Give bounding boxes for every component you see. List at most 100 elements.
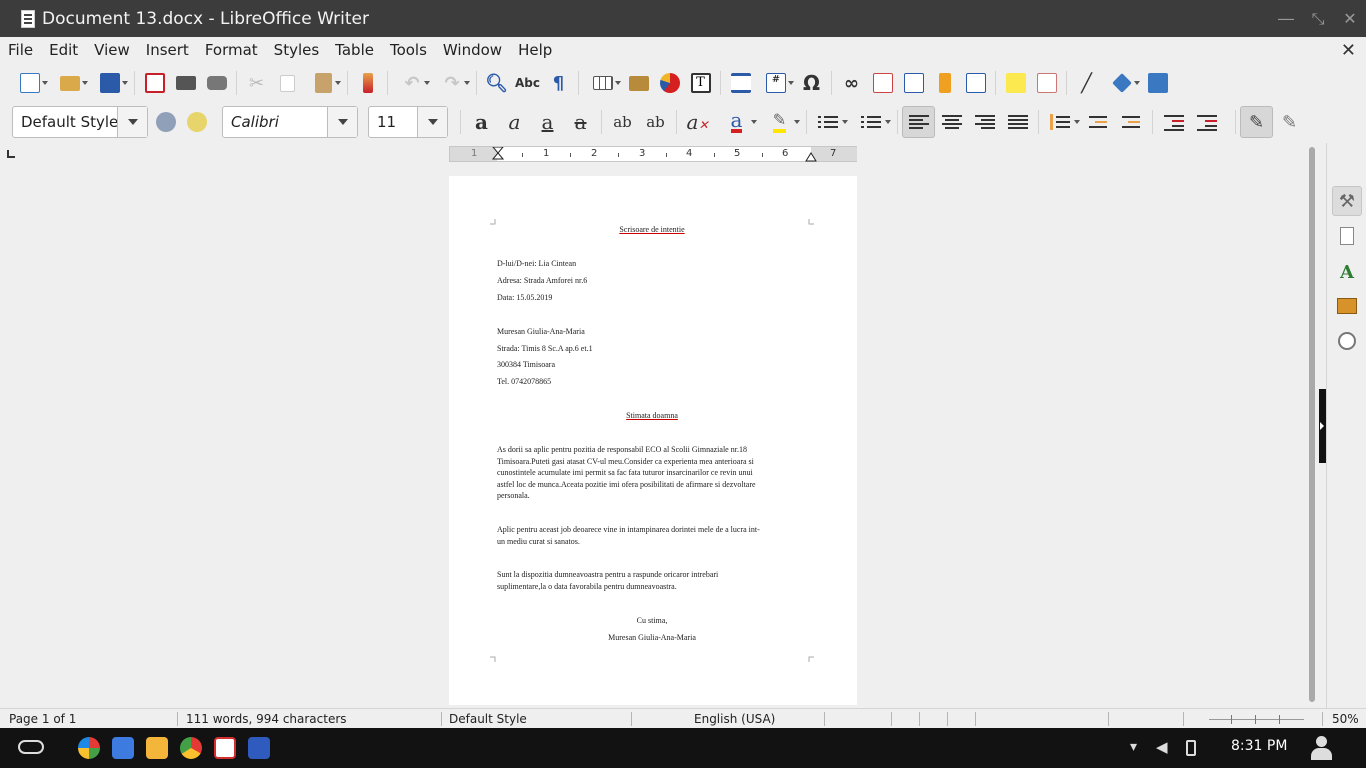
menu-tools[interactable]: Tools [382,37,435,64]
clone-formatting-button[interactable] [352,68,383,98]
scrollbar-thumb[interactable] [1309,147,1315,702]
highlight-color-button[interactable]: ✎ [763,106,800,138]
text-language[interactable]: English (USA) [694,712,775,726]
minimize-button[interactable]: ― [1270,0,1302,37]
tab-stop-type-marker[interactable] [7,150,15,158]
menu-file[interactable]: File [0,37,41,64]
bulleted-list-button[interactable] [811,106,848,138]
paste-button[interactable] [303,68,343,98]
menu-table[interactable]: Table [327,37,382,64]
battery-icon[interactable] [1186,740,1196,756]
copy-button[interactable] [272,68,303,98]
menu-help[interactable]: Help [510,37,560,64]
decrease-paragraph-spacing-button[interactable] [1115,106,1148,138]
menu-format[interactable]: Format [197,37,266,64]
formatting-marks-button[interactable]: ¶ [543,68,574,98]
insert-chart-button[interactable] [654,68,685,98]
horizontal-ruler[interactable]: 1 1 2 3 4 5 6 7 [449,146,857,162]
undo-button[interactable]: ↶ [392,68,432,98]
menu-view[interactable]: View [86,37,138,64]
wifi-icon[interactable]: ▾ [1130,739,1137,755]
character-format-button[interactable]: ✎ [1273,106,1306,138]
align-left-button[interactable] [902,106,935,138]
vertical-scrollbar[interactable] [1305,145,1319,707]
close-window-button[interactable]: ✕ [1334,0,1366,37]
writer-taskbar-icon[interactable] [248,737,270,759]
page-style[interactable]: Default Style [449,712,527,726]
new-style-button[interactable] [181,107,212,137]
align-center-button[interactable] [935,106,968,138]
increase-indent-button[interactable] [1157,106,1190,138]
menu-styles[interactable]: Styles [266,37,328,64]
update-style-button[interactable] [150,107,181,137]
menu-edit[interactable]: Edit [41,37,86,64]
page-count[interactable]: Page 1 of 1 [9,712,76,726]
zoom-slider[interactable] [1209,715,1304,724]
strikethrough-button[interactable]: a [564,106,597,138]
insert-table-button[interactable] [583,68,623,98]
draw-functions-button[interactable] [1142,68,1173,98]
zoom-level[interactable]: 50% [1332,712,1359,726]
restore-button[interactable]: ⤡ [1302,0,1334,37]
spelling-button[interactable]: Abc [512,68,543,98]
paragraph-format-button[interactable]: ✎ [1240,106,1273,138]
files-folder-icon[interactable] [146,737,168,759]
insert-line-button[interactable]: ╱ [1071,68,1102,98]
print-button[interactable] [170,68,201,98]
sidebar-toggle[interactable] [1319,389,1326,463]
volume-icon[interactable]: ◀ [1156,738,1168,756]
right-indent-marker[interactable] [805,152,817,162]
increase-paragraph-spacing-button[interactable] [1082,106,1115,138]
clear-formatting-button[interactable]: a✕ [681,106,714,138]
insert-hyperlink-button[interactable]: ∞ [836,68,867,98]
open-button[interactable] [50,68,90,98]
track-changes-button[interactable] [1031,68,1062,98]
insert-endnote-button[interactable] [898,68,929,98]
insert-comment-button[interactable] [1000,68,1031,98]
chromium-icon[interactable] [112,737,134,759]
user-avatar-icon[interactable] [1311,736,1332,760]
print-preview-button[interactable] [201,68,232,98]
insert-bookmark-button[interactable] [929,68,960,98]
insert-cross-reference-button[interactable] [960,68,991,98]
left-indent-marker[interactable] [492,147,504,163]
font-size-combo[interactable]: 11 [368,106,448,138]
sidebar-styles-button[interactable]: A [1332,257,1362,287]
redo-button[interactable]: ↷ [432,68,472,98]
sidebar-navigator-button[interactable] [1332,326,1362,356]
align-right-button[interactable] [968,106,1001,138]
superscript-button[interactable]: ab [606,106,639,138]
bold-button[interactable]: a [465,106,498,138]
chrome-icon[interactable] [180,737,202,759]
italic-button[interactable]: a [498,106,531,138]
basic-shapes-button[interactable] [1102,68,1142,98]
find-replace-button[interactable]: 🔍︎ [481,68,512,98]
insert-page-break-button[interactable] [725,68,756,98]
document-page[interactable]: Scrisoare de intentie D-lui/D-nei: Lia C… [449,176,857,705]
decrease-indent-button[interactable] [1190,106,1223,138]
line-spacing-button[interactable] [1043,106,1080,138]
cut-button[interactable]: ✂ [241,68,272,98]
insert-field-button[interactable]: # [756,68,796,98]
paragraph-style-dropdown[interactable] [117,107,147,137]
font-name-combo[interactable]: Calibri [222,106,358,138]
paragraph-style-combo[interactable]: Default Style [12,106,148,138]
insert-special-character-button[interactable]: Ω [796,68,827,98]
sidebar-page-button[interactable] [1332,221,1362,251]
export-pdf-button[interactable] [139,68,170,98]
sidebar-properties-button[interactable]: ⚒ [1332,186,1362,216]
launcher-icon[interactable] [18,740,44,754]
menu-insert[interactable]: Insert [138,37,197,64]
close-document-icon[interactable]: ✕ [1341,40,1356,61]
numbered-list-button[interactable] [854,106,891,138]
subscript-button[interactable]: ab [639,106,672,138]
new-document-button[interactable] [10,68,50,98]
menu-window[interactable]: Window [435,37,510,64]
insert-image-button[interactable] [623,68,654,98]
underline-button[interactable]: a [531,106,564,138]
font-name-dropdown[interactable] [327,107,357,137]
app-grid-icon[interactable] [78,737,100,759]
insert-footnote-button[interactable] [867,68,898,98]
sidebar-gallery-button[interactable] [1332,291,1362,321]
save-button[interactable] [90,68,130,98]
